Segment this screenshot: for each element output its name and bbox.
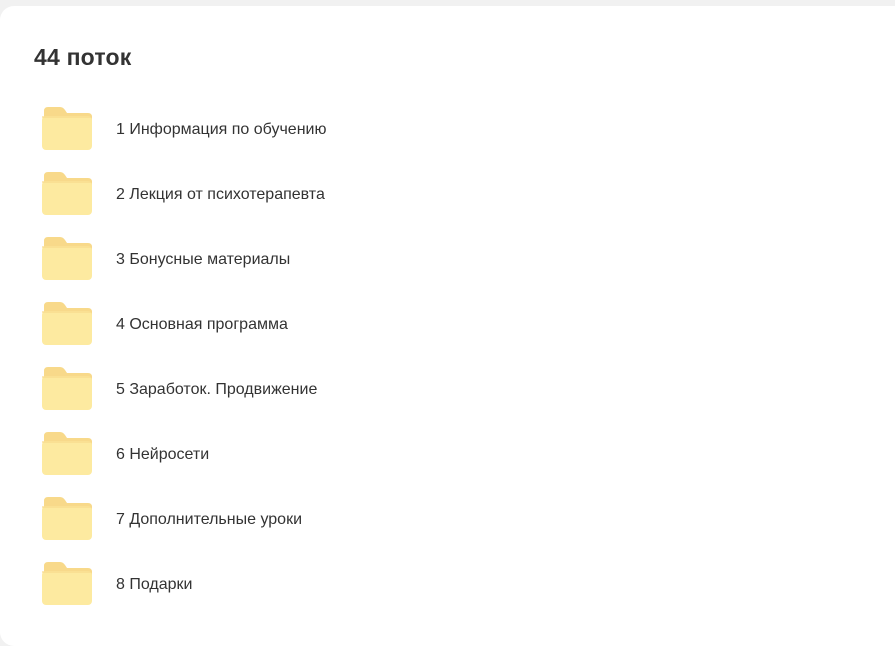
- folder-icon: [41, 364, 93, 412]
- folder-icon: [41, 169, 93, 217]
- folder-label: 7 Дополнительные уроки: [116, 511, 302, 528]
- folder-item[interactable]: 4 Основная программа: [0, 292, 600, 357]
- folder-item[interactable]: 8 Подарки: [0, 552, 600, 617]
- folder-list: 1 Информация по обучению 2 Лекция от пси…: [0, 97, 600, 617]
- folder-icon: [41, 299, 93, 347]
- folder-label: 5 Заработок. Продвижение: [116, 381, 318, 398]
- folder-label: 2 Лекция от психотерапевта: [116, 186, 325, 203]
- folder-label: 1 Информация по обучению: [116, 121, 327, 138]
- folder-item[interactable]: 6 Нейросети: [0, 422, 600, 487]
- folder-item[interactable]: 2 Лекция от психотерапевта: [0, 162, 600, 227]
- folder-icon: [41, 104, 93, 152]
- folder-label: 8 Подарки: [116, 576, 193, 593]
- folder-label: 3 Бонусные материалы: [116, 251, 291, 268]
- folder-label: 6 Нейросети: [116, 446, 210, 463]
- folder-icon: [41, 429, 93, 477]
- folder-icon: [41, 234, 93, 282]
- folder-item[interactable]: 5 Заработок. Продвижение: [0, 357, 600, 422]
- folder-label: 4 Основная программа: [116, 316, 288, 333]
- folder-icon: [41, 559, 93, 607]
- folder-panel: 44 поток 1 Информация по обучению 2 Лекц…: [0, 6, 895, 646]
- folder-item[interactable]: 1 Информация по обучению: [0, 97, 600, 162]
- page-title: 44 поток: [34, 44, 132, 70]
- folder-item[interactable]: 3 Бонусные материалы: [0, 227, 600, 292]
- folder-item[interactable]: 7 Дополнительные уроки: [0, 487, 600, 552]
- folder-icon: [41, 494, 93, 542]
